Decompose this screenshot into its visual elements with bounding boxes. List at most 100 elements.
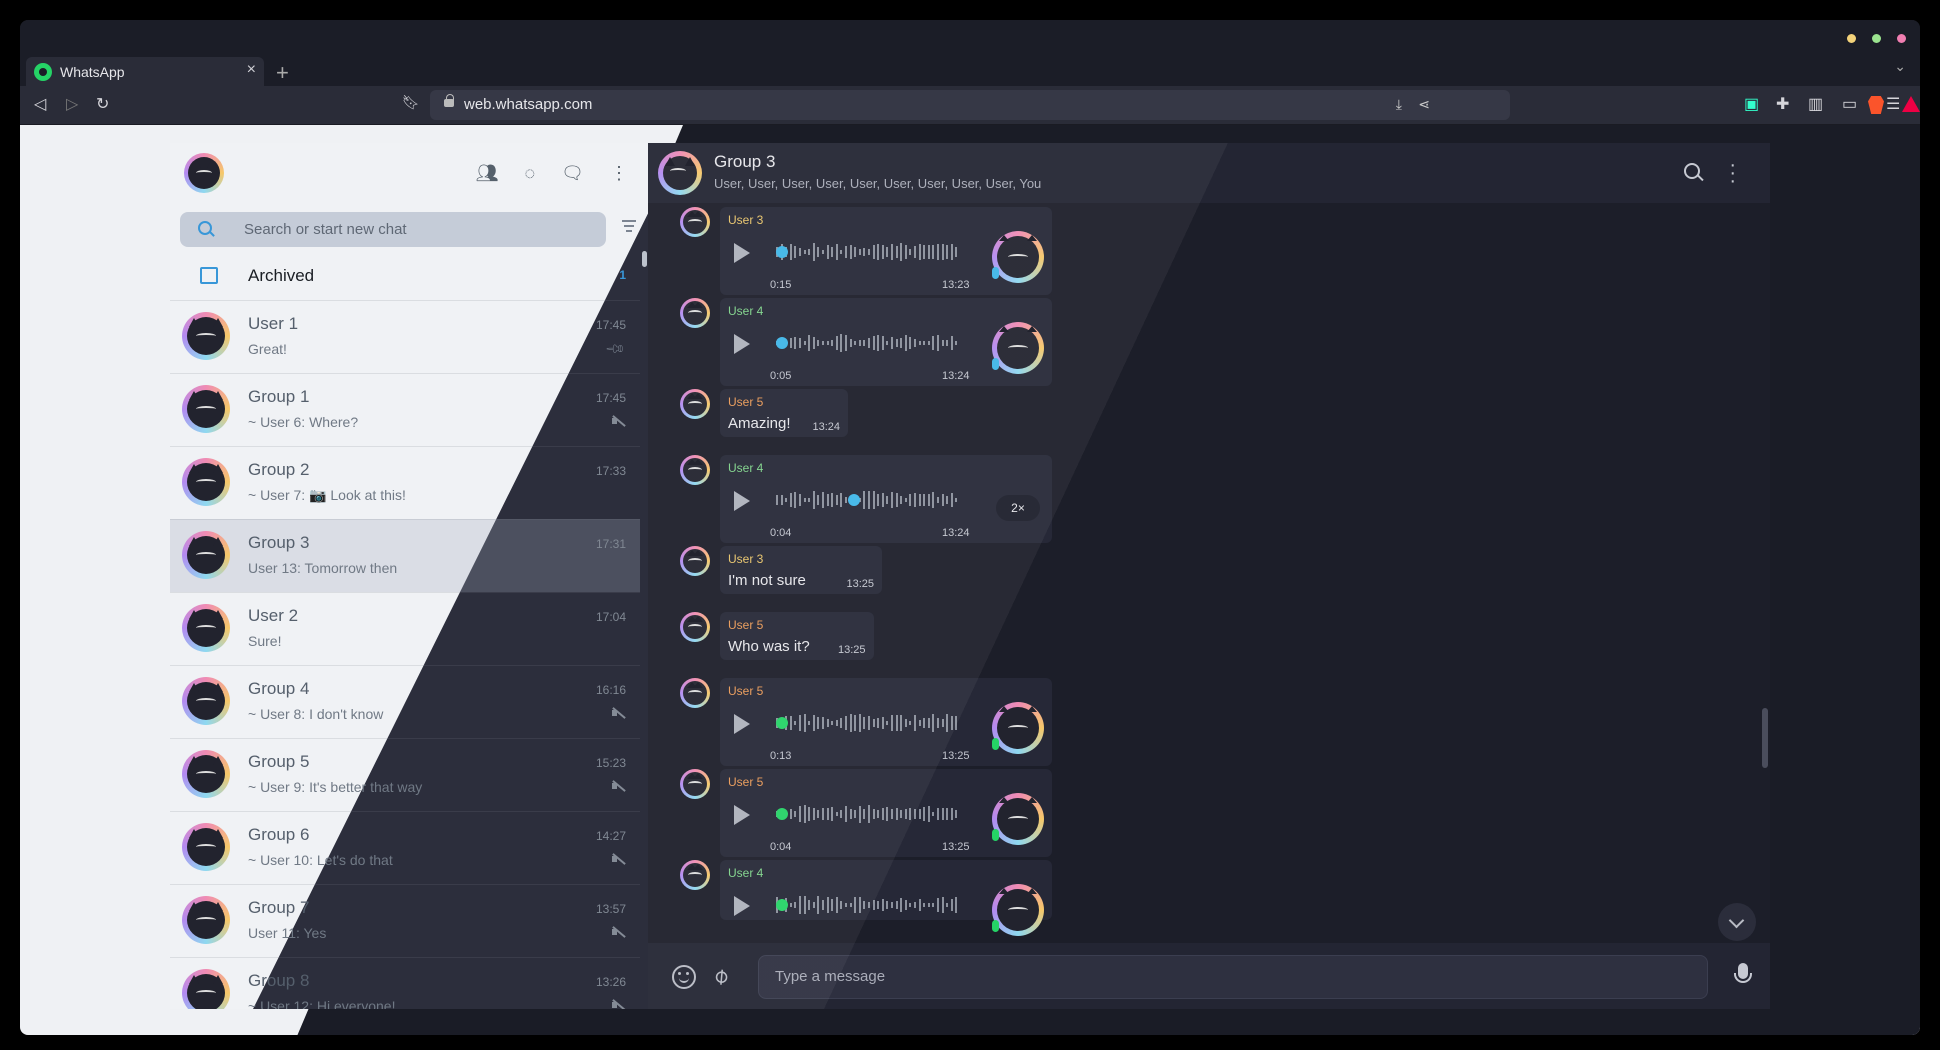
scroll-down-button[interactable] (1718, 903, 1756, 941)
chat-avatar[interactable] (182, 896, 230, 944)
sender-avatar[interactable] (680, 612, 710, 642)
playback-knob[interactable] (776, 717, 788, 729)
playback-knob[interactable] (776, 246, 788, 258)
sender-avatar[interactable] (680, 769, 710, 799)
chat-avatar[interactable] (182, 385, 230, 433)
waveform[interactable] (776, 710, 966, 736)
sender-avatar[interactable] (680, 546, 710, 576)
install-app-icon[interactable]: ⤓ (1396, 96, 1402, 113)
forward-icon[interactable]: ▷ (66, 94, 78, 114)
emoji-icon[interactable] (672, 965, 696, 989)
search-messages-icon[interactable] (1684, 163, 1700, 179)
sender-avatar[interactable] (680, 455, 710, 485)
sidebar-scrollbar[interactable] (642, 251, 647, 267)
back-icon[interactable]: ◁ (34, 94, 46, 114)
play-icon[interactable] (734, 243, 750, 263)
chat-row[interactable]: Group 1 ~ User 6: Where? 17:45 (170, 373, 640, 446)
play-icon[interactable] (734, 714, 750, 734)
message-text: Who was it? (728, 638, 810, 655)
playback-knob[interactable] (776, 899, 788, 911)
play-icon[interactable] (734, 334, 750, 354)
chat-row[interactable]: User 2 Sure! 17:04 (170, 592, 640, 665)
chat-time: 13:26 (595, 975, 626, 989)
message-placeholder: Type a message (775, 968, 886, 985)
playback-speed-button[interactable]: 2× (996, 495, 1040, 521)
waveform[interactable] (776, 801, 966, 827)
voice-record-icon[interactable] (1734, 963, 1752, 983)
sidebar-toggle-icon[interactable]: ▥ (1808, 94, 1823, 114)
chat-avatar[interactable] (182, 823, 230, 871)
bookmark-icon[interactable]: 🔖︎ (402, 94, 420, 111)
group-avatar[interactable] (658, 151, 702, 195)
playback-knob[interactable] (776, 337, 788, 349)
chat-row[interactable]: Group 7 User 11: Yes 13:57 (170, 884, 640, 957)
chat-row[interactable]: Group 6 ~ User 10: Let's do that 14:27 (170, 811, 640, 884)
sender-avatar[interactable] (680, 860, 710, 890)
message-bubble[interactable]: User 5 Amazing! 13:24 (720, 389, 848, 437)
puzzle-icon[interactable]: ✚ (1776, 94, 1789, 114)
extension-icon[interactable]: ▣ (1744, 94, 1759, 114)
message-input[interactable]: Type a message (758, 955, 1708, 999)
chat-preview: ~ User 7: 📷 Look at this! (248, 487, 406, 503)
chat-avatar[interactable] (182, 531, 230, 579)
search-input[interactable]: Search or start new chat (180, 212, 606, 247)
waveform[interactable] (776, 487, 966, 513)
chat-row[interactable]: Group 3 User 13: Tomorrow then 17:31 (170, 519, 640, 592)
wallet-icon[interactable]: ▭ (1842, 94, 1857, 114)
archived-row[interactable]: Archived 1 (170, 250, 648, 300)
sender-avatar[interactable] (680, 207, 710, 237)
muted-icon (612, 414, 624, 429)
voice-sender-avatar (992, 702, 1044, 754)
message-bubble[interactable]: User 3 I'm not sure 13:25 (720, 546, 882, 594)
playback-knob[interactable] (848, 494, 860, 506)
waveform[interactable] (776, 892, 966, 918)
sender-avatar[interactable] (680, 678, 710, 708)
new-chat-icon[interactable]: 🗨︎ (561, 163, 584, 184)
sender-avatar[interactable] (680, 298, 710, 328)
window-dot-maximize[interactable] (1872, 34, 1881, 43)
tab-list-chevron-icon[interactable]: ⌄ (1894, 58, 1906, 75)
chat-avatar[interactable] (182, 750, 230, 798)
waveform[interactable] (776, 239, 966, 265)
waveform[interactable] (776, 330, 966, 356)
chat-row[interactable]: Group 4 ~ User 8: I don't know 16:16 (170, 665, 640, 738)
message-bubble[interactable]: User 5 Who was it? 13:25 (720, 612, 874, 660)
share-icon[interactable]: ⋖ (1418, 96, 1430, 113)
chat-avatar[interactable] (182, 312, 230, 360)
chat-avatar[interactable] (182, 604, 230, 652)
chat-row[interactable]: Group 5 ~ User 9: It's better that way 15:… (170, 738, 640, 811)
filter-icon[interactable] (622, 220, 636, 232)
playback-knob[interactable] (776, 808, 788, 820)
brave-shields-icon[interactable] (1868, 96, 1884, 114)
window-dot-close[interactable] (1897, 34, 1906, 43)
communities-icon[interactable]: 👥︎ (476, 163, 499, 184)
browser-tab[interactable]: WhatsApp × (26, 57, 264, 87)
url-field[interactable]: web.whatsapp.com ⤓ ⋖ (430, 90, 1920, 120)
conversation-menu-icon[interactable]: · · · (1729, 155, 1736, 191)
reload-icon[interactable]: ↻ (96, 94, 109, 114)
chat-row[interactable]: Group 8 ~ User 12: Hi everyone! 13:26 (170, 957, 640, 1009)
conversation-header[interactable]: Group 3 User, User, User, User, User, Us… (648, 143, 1770, 203)
new-tab-button[interactable]: + (276, 60, 289, 86)
window-dot-minimize[interactable] (1847, 34, 1856, 43)
chat-avatar[interactable] (182, 969, 230, 1009)
status-icon[interactable]: ◌ (524, 163, 535, 184)
browser-menu-icon[interactable]: ☰ (1886, 94, 1900, 114)
chat-row[interactable]: User 1 Great! 17:45 📌︎ (170, 300, 640, 373)
my-avatar[interactable] (184, 153, 224, 193)
chat-row[interactable]: Group 2 ~ User 7: 📷 Look at this! 17:33 (170, 446, 640, 519)
brave-rewards-icon[interactable] (1902, 96, 1920, 112)
sender-avatar[interactable] (680, 389, 710, 419)
tab-close-icon[interactable]: × (247, 61, 256, 79)
play-icon[interactable] (734, 896, 750, 916)
archive-icon (200, 267, 218, 284)
chat-avatar[interactable] (182, 677, 230, 725)
menu-icon[interactable]: ⋮ (610, 163, 628, 184)
attach-icon[interactable]: ⌀ (707, 962, 734, 990)
play-icon[interactable] (734, 805, 750, 825)
chat-name: Group 3 (248, 533, 310, 552)
chat-preview: Great! (248, 341, 287, 357)
chat-avatar[interactable] (182, 458, 230, 506)
play-icon[interactable] (734, 491, 750, 511)
messages-scrollbar[interactable] (1762, 708, 1768, 768)
